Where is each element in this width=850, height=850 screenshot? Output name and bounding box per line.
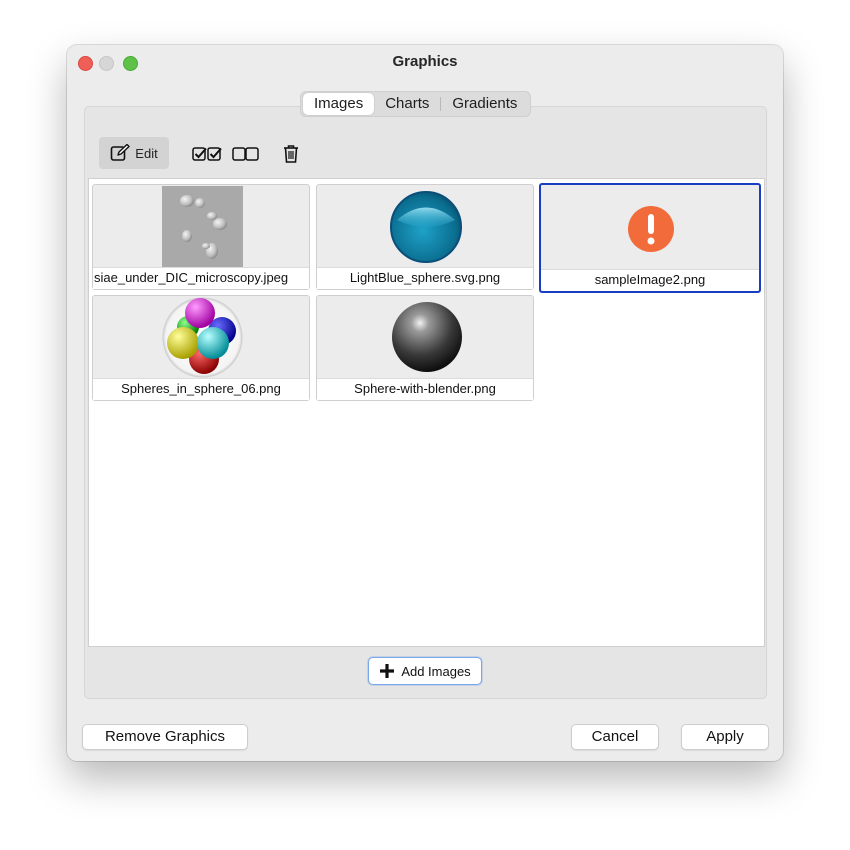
apply-button[interactable]: Apply [681,724,769,750]
tile-caption: Spheres_in_sphere_06.png [93,378,309,400]
images-toolbar: Edit [88,137,764,173]
edit-icon [110,144,130,161]
tile-caption: sampleImage2.png [541,269,759,291]
cancel-button[interactable]: Cancel [571,724,659,750]
image-tile[interactable]: Spheres_in_sphere_06.png [92,295,310,401]
thumbnail [93,296,309,380]
tile-caption: Sphere-with-blender.png [317,378,533,400]
image-tile-selected[interactable]: sampleImage2.png [539,183,761,293]
check-all-icon[interactable] [192,146,224,162]
tab-charts[interactable]: Charts [374,93,440,115]
image-tile[interactable]: siae_under_DIC_microscopy.jpeg [92,184,310,290]
uncheck-all-icon[interactable] [232,146,260,162]
blue-sphere-icon [390,191,462,263]
tab-images[interactable]: Images [303,93,375,115]
thumbnail [317,185,533,269]
graphics-dialog: Graphics Images Charts Gradients Edit si… [67,45,783,761]
add-images-button[interactable]: Add Images [368,657,482,685]
image-tile[interactable]: Sphere-with-blender.png [316,295,534,401]
thumbnail [541,185,759,269]
image-tile[interactable]: LightBlue_sphere.svg.png [316,184,534,290]
thumbnail [93,185,309,269]
window-title: Graphics [392,53,458,70]
tab-bar: Images Charts Gradients [300,91,532,117]
tile-caption: LightBlue_sphere.svg.png [317,267,533,289]
edit-button[interactable]: Edit [99,137,169,169]
add-images-label: Add Images [401,663,471,679]
microscopy-photo-icon [162,186,243,267]
tile-caption: siae_under_DIC_microscopy.jpeg [93,267,309,289]
title-bar: Graphics [67,45,783,79]
edit-button-label: Edit [135,145,158,161]
remove-graphics-button[interactable]: Remove Graphics [82,724,248,750]
gray-sphere-icon [392,302,462,372]
thumbnail [317,296,533,380]
plus-icon [380,664,395,678]
trash-icon[interactable] [282,144,300,164]
warning-icon [628,206,674,252]
colored-spheres-icon [162,297,243,378]
image-gallery: siae_under_DIC_microscopy.jpeg LightBlue… [88,178,765,647]
tab-gradients[interactable]: Gradients [441,93,528,115]
